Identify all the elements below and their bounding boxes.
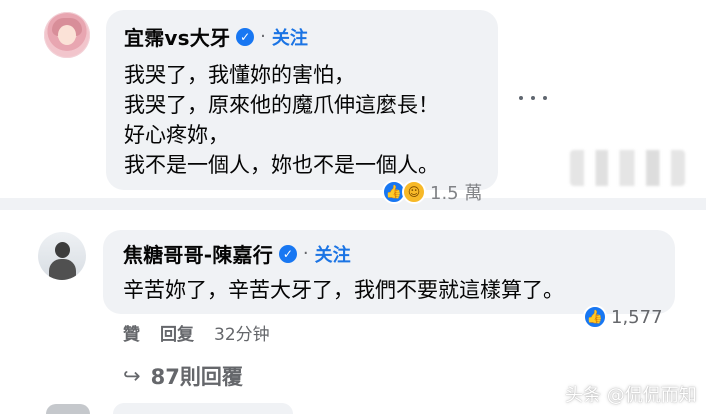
- reaction-count: 1,577: [611, 306, 663, 328]
- more-options-icon[interactable]: [519, 92, 547, 104]
- more-dot: [519, 96, 523, 100]
- more-dot: [543, 96, 547, 100]
- reaction-count: 1.5 萬: [430, 183, 483, 204]
- avatar[interactable]: [46, 404, 90, 414]
- separator-dot: ·: [302, 243, 309, 264]
- author-name[interactable]: 宜霈vs大牙: [124, 22, 230, 51]
- follow-button[interactable]: 关注: [315, 241, 351, 267]
- reply-button[interactable]: 回复: [160, 320, 194, 345]
- avatar-body: [49, 259, 76, 280]
- reply-arrow-icon: ↪: [123, 364, 141, 388]
- care-icon: ☺: [402, 180, 426, 204]
- verified-check-icon: ✓: [278, 244, 297, 263]
- comment-header: 宜霈vs大牙 ✓ · 关注: [124, 22, 308, 51]
- comment-separator: [0, 198, 706, 210]
- watermark: 头条 @侃侃而知: [565, 385, 697, 406]
- blurred-area: [570, 150, 685, 186]
- like-icon: 👍: [583, 305, 607, 329]
- comment-bubble: [113, 403, 293, 414]
- reaction-summary[interactable]: 👍 ☺ 1.5 萬: [382, 179, 482, 205]
- comment-actions: 贊 回复 32分钟: [123, 320, 270, 345]
- follow-button[interactable]: 关注: [272, 24, 308, 50]
- replies-count: 87則回覆: [150, 365, 243, 389]
- avatar-head: [55, 242, 70, 258]
- comment-text-line: 辛苦妳了，辛苦大牙了，我們不要就這樣算了。: [123, 278, 564, 302]
- avatar-face: [58, 25, 76, 45]
- timestamp[interactable]: 32分钟: [214, 320, 270, 345]
- more-dot: [531, 96, 535, 100]
- comment-text-line: 我不是一個人，妳也不是一個人。: [124, 153, 439, 177]
- comment-text-line: 我哭了，我懂妳的害怕，: [124, 63, 355, 87]
- replies-link[interactable]: ↪ 87則回覆: [123, 361, 243, 391]
- avatar[interactable]: [38, 232, 86, 280]
- comment-text-line: 好心疼妳，: [124, 123, 229, 147]
- verified-check-icon: ✓: [236, 27, 255, 46]
- separator-dot: ·: [260, 26, 266, 47]
- like-button[interactable]: 贊: [123, 320, 140, 345]
- avatar[interactable]: [44, 12, 90, 58]
- reaction-summary[interactable]: 👍 1,577: [583, 305, 663, 329]
- author-name[interactable]: 焦糖哥哥-陳嘉行: [123, 239, 273, 268]
- comment-header: 焦糖哥哥-陳嘉行 ✓ · 关注: [123, 239, 351, 268]
- comment-text-line: 我哭了，原來他的魔爪伸這麼長！: [124, 93, 439, 117]
